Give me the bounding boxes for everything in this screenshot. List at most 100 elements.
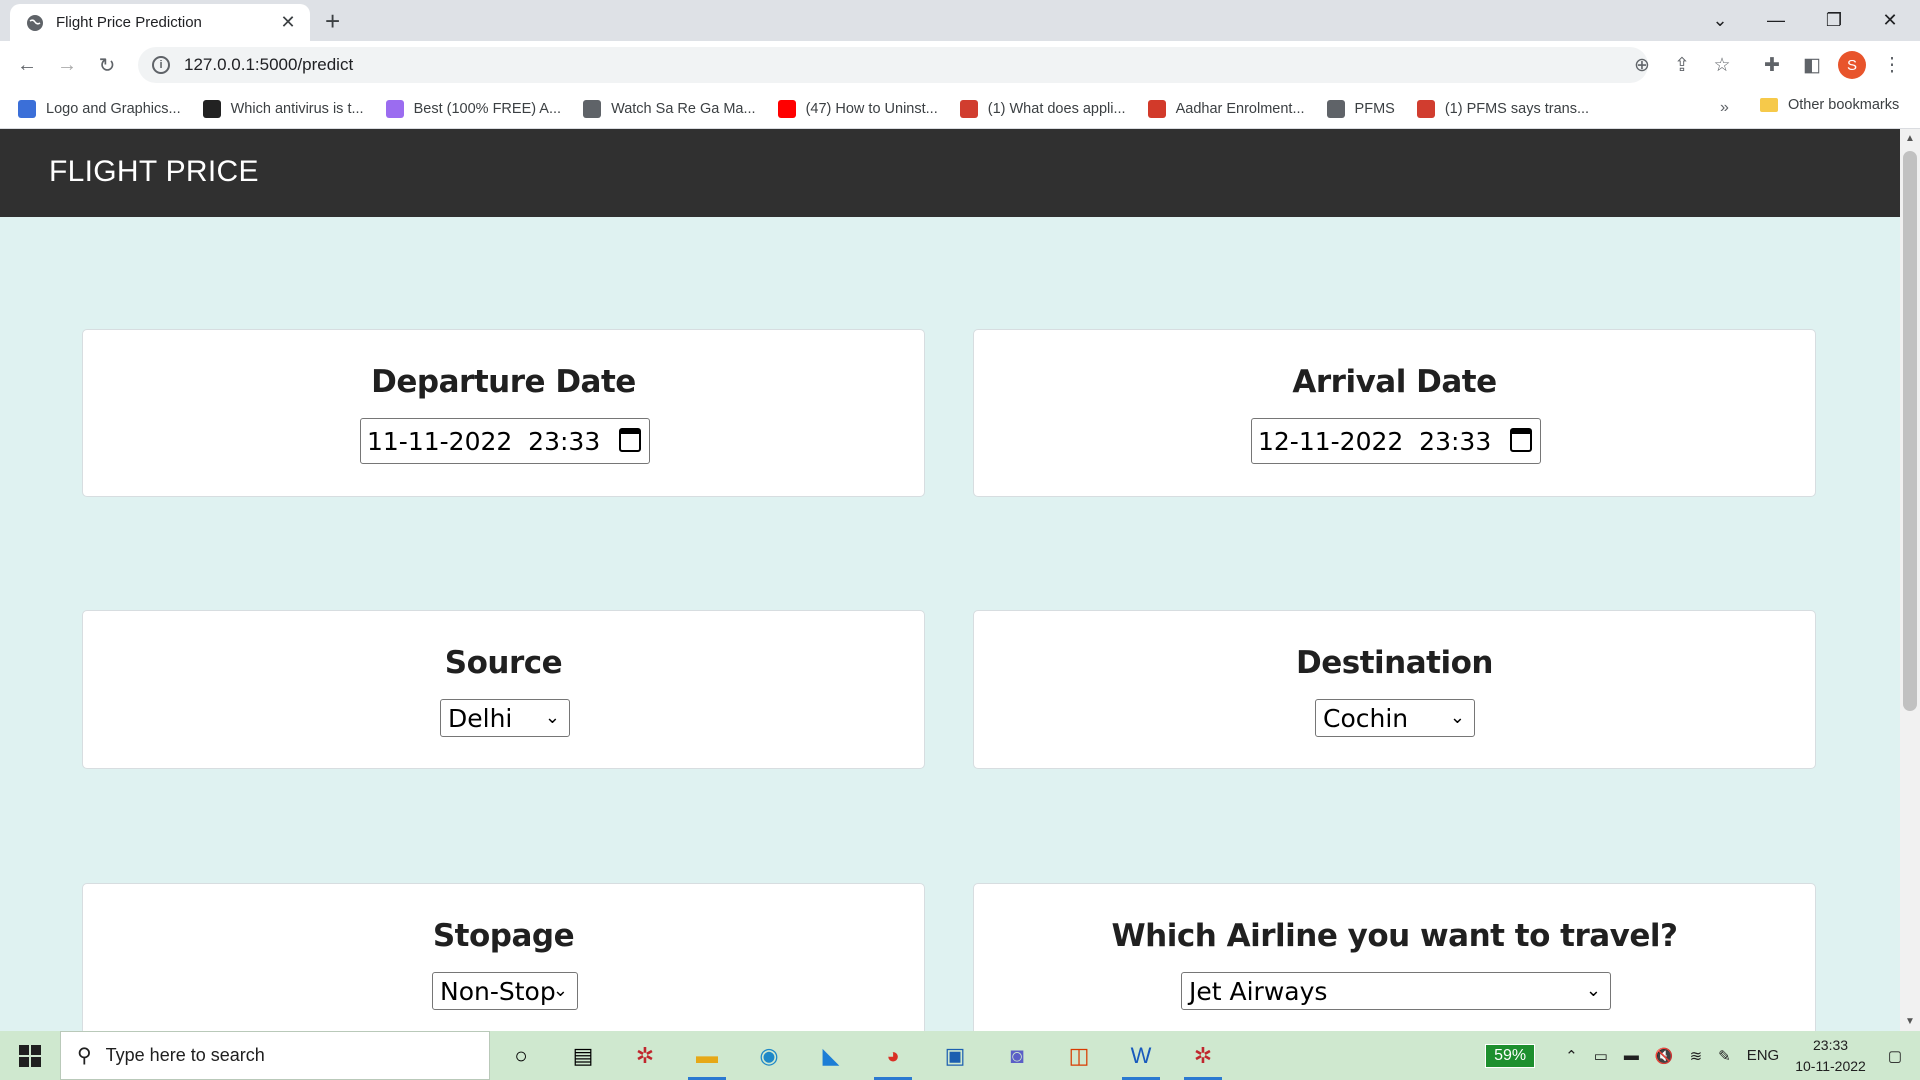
more-bookmarks-icon[interactable]: » <box>1720 99 1729 117</box>
meet-icon[interactable]: ▭ <box>1594 1047 1608 1065</box>
calendar-icon[interactable] <box>619 428 641 452</box>
file-explorer-icon[interactable]: ▬ <box>676 1031 738 1080</box>
departure-date-input[interactable]: 11-11-2022 23:33 <box>360 418 650 464</box>
search-icon: ⚲ <box>77 1045 92 1067</box>
chevron-up-icon[interactable]: ⌃ <box>1565 1047 1578 1065</box>
battery-indicator[interactable]: 59% <box>1485 1043 1536 1068</box>
forward-icon[interactable]: → <box>53 51 81 79</box>
word-icon[interactable]: W <box>1110 1031 1172 1080</box>
chrome-icon[interactable]: ◕ <box>862 1031 924 1080</box>
airline-select[interactable]: Jet Airways ⌄ <box>1181 972 1611 1010</box>
scrollbar-thumb[interactable] <box>1903 151 1917 711</box>
quora-icon <box>1416 99 1435 118</box>
zoom-icon[interactable]: ⊕ <box>1626 49 1658 81</box>
address-bar[interactable]: i 127.0.0.1:5000/predict <box>138 47 1648 83</box>
bookmark-label: (47) How to Uninst... <box>805 100 938 117</box>
pen-icon[interactable]: ✎ <box>1718 1047 1731 1065</box>
stopage-value: Non-Stop <box>440 976 556 1006</box>
bookmark-item[interactable]: (47) How to Uninst... <box>777 99 938 118</box>
browser-tab[interactable]: Flight Price Prediction ✕ <box>10 4 310 41</box>
scroll-down-icon[interactable]: ▼ <box>1905 1016 1915 1027</box>
battery-icon[interactable]: ▬ <box>1624 1047 1639 1064</box>
vscode-icon[interactable]: ◣ <box>800 1031 862 1080</box>
bookmark-item[interactable]: (1) PFMS says trans... <box>1416 99 1590 118</box>
close-window-icon[interactable]: ✕ <box>1862 0 1918 41</box>
destination-value: Cochin <box>1323 703 1409 733</box>
calendar-icon[interactable] <box>1510 428 1532 452</box>
site-brand[interactable]: FLIGHT PRICE <box>49 155 259 189</box>
bookmark-label: Aadhar Enrolment... <box>1175 100 1305 117</box>
bookmark-label: Logo and Graphics... <box>46 100 181 117</box>
back-icon[interactable]: ← <box>13 51 41 79</box>
source-value: Delhi <box>448 703 513 733</box>
bookmark-item[interactable]: Watch Sa Re Ga Ma... <box>583 99 756 118</box>
notifications-icon[interactable]: ▢ <box>1888 1047 1902 1065</box>
arrival-card: Arrival Date 12-11-2022 23:33 <box>973 329 1816 497</box>
source-select[interactable]: Delhi ⌄ <box>440 699 570 737</box>
bookmark-label: Watch Sa Re Ga Ma... <box>611 100 756 117</box>
site-info-icon[interactable]: i <box>152 56 170 74</box>
tab-strip: Flight Price Prediction ✕ + ⌄ — ❐ ✕ <box>0 0 1920 41</box>
bookmark-item[interactable]: PFMS <box>1326 99 1395 118</box>
bookmark-item[interactable]: (1) What does appli... <box>959 99 1126 118</box>
destination-select[interactable]: Cochin ⌄ <box>1315 699 1475 737</box>
youtube-icon <box>777 99 796 118</box>
page-scrollbar[interactable]: ▲ ▼ <box>1900 129 1920 1031</box>
bookmark-item[interactable]: Aadhar Enrolment... <box>1147 99 1305 118</box>
bookmark-star-icon[interactable]: ☆ <box>1706 49 1738 81</box>
tab-search-icon[interactable]: ⌄ <box>1692 0 1748 41</box>
destination-card: Destination Cochin ⌄ <box>973 610 1816 769</box>
volume-muted-icon[interactable]: 🔇 <box>1655 1047 1674 1065</box>
stopage-select[interactable]: Non-Stop ⌄ <box>432 972 578 1010</box>
tab-title: Flight Price Prediction <box>56 14 202 31</box>
chevron-down-icon: ⌄ <box>544 707 560 728</box>
cortana-icon[interactable]: ○ <box>490 1031 552 1080</box>
bookmark-label: PFMS <box>1354 100 1395 117</box>
other-bookmarks[interactable]: Other bookmarks <box>1760 97 1899 113</box>
minimize-icon[interactable]: — <box>1748 0 1804 41</box>
edge-icon[interactable]: ◉ <box>738 1031 800 1080</box>
browser-toolbar: ← → ↻ i 127.0.0.1:5000/predict ⊕ ⇪ ☆ ✚ ◧… <box>0 41 1920 89</box>
clock[interactable]: 23:33 10-11-2022 <box>1795 1035 1866 1077</box>
extensions-icon[interactable]: ✚ <box>1756 49 1788 81</box>
profile-avatar[interactable]: S <box>1838 51 1866 79</box>
app2-icon[interactable]: ✲ <box>1172 1031 1234 1080</box>
side-panel-icon[interactable]: ◧ <box>1796 49 1828 81</box>
bookmark-label: Which antivirus is t... <box>230 100 364 117</box>
web-page: FLIGHT PRICE Departure Date 11-11-2022 2… <box>0 129 1900 1031</box>
quora-icon <box>959 99 978 118</box>
share-icon[interactable]: ⇪ <box>1666 49 1698 81</box>
globe-icon <box>1326 99 1345 118</box>
departure-label: Departure Date <box>371 364 636 400</box>
wifi-icon[interactable]: ≋ <box>1690 1047 1703 1065</box>
bookmark-item[interactable]: Best (100% FREE) A... <box>385 99 561 118</box>
app-icon[interactable]: ✲ <box>614 1031 676 1080</box>
task-view-icon[interactable]: ▤ <box>552 1031 614 1080</box>
bookmark-label: (1) What does appli... <box>987 100 1126 117</box>
star-logo-icon <box>385 99 404 118</box>
teams-icon[interactable]: ◙ <box>986 1031 1048 1080</box>
reload-icon[interactable]: ↻ <box>93 51 121 79</box>
stopage-label: Stopage <box>432 918 575 954</box>
bookmark-item[interactable]: Logo and Graphics... <box>18 99 181 118</box>
bookmarks-bar: Logo and Graphics... Which antivirus is t… <box>0 89 1920 129</box>
office-icon[interactable]: ◫ <box>1048 1031 1110 1080</box>
taskbar-search[interactable]: ⚲ Type here to search <box>60 1031 490 1080</box>
restore-icon[interactable]: ❐ <box>1806 0 1862 41</box>
globe-icon <box>583 99 602 118</box>
close-tab-icon[interactable]: ✕ <box>278 12 298 33</box>
stopage-card: Stopage Non-Stop ⌄ <box>82 883 925 1031</box>
start-button[interactable] <box>0 1031 60 1080</box>
windows-taskbar: ⚲ Type here to search ○ ▤ ✲ ▬ ◉ ◣ ◕ ▣ ◙ … <box>0 1031 1920 1080</box>
menu-icon[interactable]: ⋮ <box>1876 49 1908 81</box>
bookmark-item[interactable]: Which antivirus is t... <box>202 99 364 118</box>
other-bookmarks-label: Other bookmarks <box>1788 97 1900 113</box>
bookmark-label: (1) PFMS says trans... <box>1444 100 1590 117</box>
store-icon[interactable]: ▣ <box>924 1031 986 1080</box>
scroll-up-icon[interactable]: ▲ <box>1905 133 1915 144</box>
airline-card: Which Airline you want to travel? Jet Ai… <box>973 883 1816 1031</box>
new-tab-icon[interactable]: + <box>325 6 340 37</box>
arrival-date-input[interactable]: 12-11-2022 23:33 <box>1251 418 1541 464</box>
language-indicator[interactable]: ENG <box>1747 1047 1780 1064</box>
source-card: Source Delhi ⌄ <box>82 610 925 769</box>
